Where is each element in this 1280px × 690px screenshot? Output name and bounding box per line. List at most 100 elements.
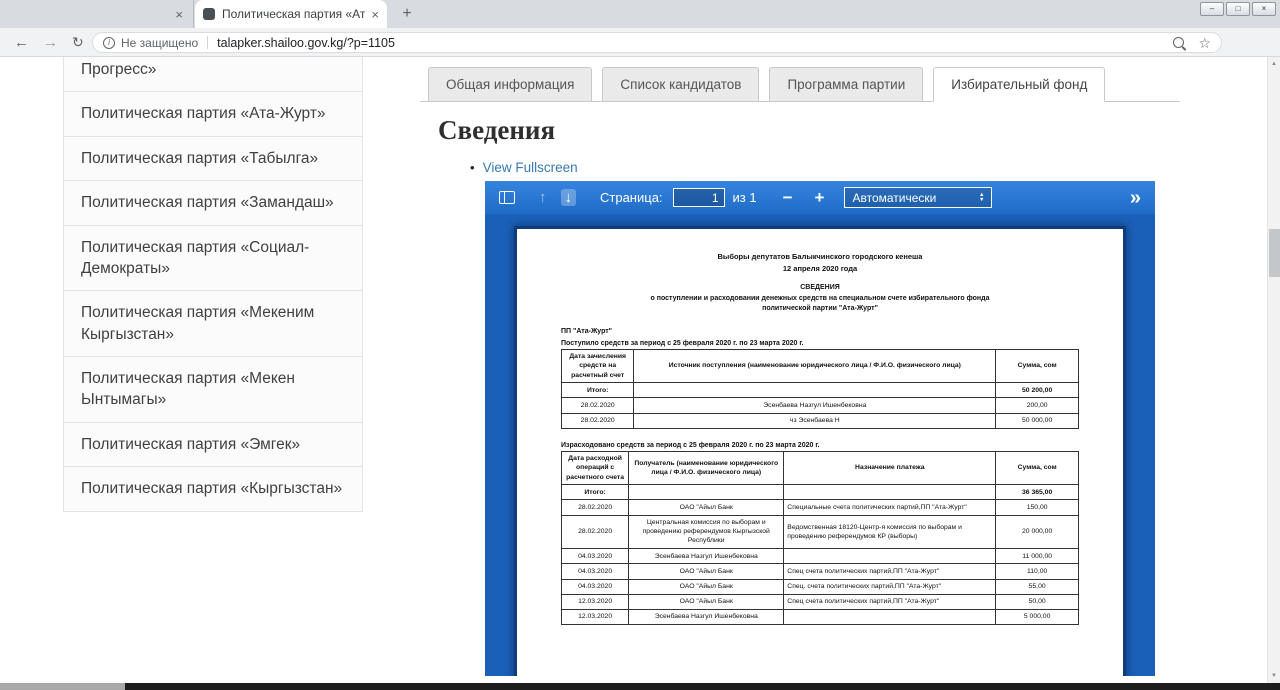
address-separator <box>207 36 208 49</box>
table-header-cell: Дата зачисления средств на расчетный сче… <box>562 349 634 383</box>
sidebar-item-party[interactable]: Прогресс» <box>64 57 362 92</box>
table-cell: 28.02.2020 <box>562 500 629 515</box>
doc-heading3: политической партии "Ата-Журт" <box>561 304 1079 315</box>
doc-heading1: СВЕДЕНИЯ <box>561 283 1079 294</box>
tab-title: Политическая партия «Ата-Жур <box>222 7 365 21</box>
window-controls: – □ × <box>1200 2 1276 16</box>
table-cell: 55,00 <box>996 579 1079 594</box>
taskbar-strip <box>0 683 1280 690</box>
close-tab-icon[interactable]: × <box>175 8 183 21</box>
new-tab-button[interactable]: + <box>396 4 418 24</box>
sidebar-item-party[interactable]: Политическая партия «Табылга» <box>64 137 362 181</box>
content-tab-inactive[interactable]: Программа партии <box>769 67 923 102</box>
spinner-down-icon: ▼ <box>979 198 984 203</box>
expand-viewer-icon[interactable]: » <box>1130 188 1141 208</box>
browser-window: × Политическая партия «Ата-Жур × + – □ ×… <box>0 0 1280 690</box>
zoom-mode-value: Автоматически <box>852 191 936 205</box>
table-cell: 50,00 <box>996 594 1079 609</box>
sidebar-toggle-icon[interactable] <box>499 191 515 204</box>
page-total-label: из 1 <box>733 190 757 205</box>
zoom-mode-select[interactable]: Автоматически ▲ ▼ <box>844 187 992 208</box>
table-cell: 12.03.2020 <box>562 609 629 624</box>
pdf-toolbar: ↑ ↓ Страница: из 1 − + Автоматически ▲ ▼ <box>485 181 1155 214</box>
scrollbar-thumb[interactable] <box>1269 229 1280 277</box>
scroll-up-icon[interactable]: ▲ <box>1268 57 1280 71</box>
table-cell: 04.03.2020 <box>562 564 629 579</box>
table-cell: чз Эсенбаева Н <box>634 413 996 428</box>
browser-tab-active[interactable]: Политическая партия «Ата-Жур × <box>195 0 387 28</box>
table-row: 04.03.2020Эсенбаева Назгул Ишенбековна11… <box>562 549 1079 564</box>
content-tab-inactive[interactable]: Общая информация <box>428 67 592 102</box>
view-fullscreen-link[interactable]: View Fullscreen <box>483 160 578 175</box>
url-text[interactable]: talapker.shailoo.gov.kg/?p=1105 <box>217 36 1173 50</box>
forward-icon[interactable]: → <box>43 35 58 50</box>
scroll-down-icon[interactable]: ▼ <box>1268 669 1280 683</box>
table-cell: 28.02.2020 <box>562 413 634 428</box>
select-spinner-icon: ▲ ▼ <box>979 193 984 202</box>
doc-heading2: о поступлении и расходовании денежных ср… <box>561 294 1079 305</box>
table-cell <box>784 485 996 500</box>
content-tab-inactive[interactable]: Список кандидатов <box>602 67 759 102</box>
doc-party-label: ПП "Ата-Журт" <box>561 328 1079 335</box>
maximize-button[interactable]: □ <box>1226 2 1250 16</box>
zoom-out-button[interactable]: − <box>783 188 793 208</box>
sidebar-item-party[interactable]: Политическая партия «Социал-Демократы» <box>64 226 362 292</box>
table-row: 12.03.2020ОАО "Айыл БанкСпец счета полит… <box>562 594 1079 609</box>
expense-table: Дата расходной операций с расчетного сче… <box>561 451 1079 625</box>
table-total-row: Итого:50 200,00 <box>562 383 1079 398</box>
table-row: 28.02.2020Эсенбаева Назгул Ишенбековна20… <box>562 398 1079 413</box>
table-row: 28.02.2020чз Эсенбаева Н50 000,00 <box>562 413 1079 428</box>
bullet-icon: • <box>470 160 475 175</box>
doc-title-line1: Выборы депутатов Балыкчинского городског… <box>561 251 1079 263</box>
table-cell <box>784 549 996 564</box>
page-content: Прогресс»Политическая партия «Ата-Журт»П… <box>0 57 1280 683</box>
zoom-icon[interactable] <box>1173 37 1184 48</box>
zoom-in-button[interactable]: + <box>815 188 825 208</box>
table-cell: 04.03.2020 <box>562 579 629 594</box>
table-cell: Ведомственная 18120-Центр-я комиссия по … <box>784 515 996 549</box>
reload-icon[interactable]: ↻ <box>72 35 84 49</box>
browser-tab-inactive[interactable]: × <box>2 0 194 28</box>
table-row: 28.02.2020Центральная комиссия по выбора… <box>562 515 1079 549</box>
close-window-button[interactable]: × <box>1252 2 1276 16</box>
pdf-viewer: ↑ ↓ Страница: из 1 − + Автоматически ▲ ▼ <box>485 181 1155 676</box>
address-bar[interactable]: i Не защищено talapker.shailoo.gov.kg/?p… <box>92 32 1222 53</box>
page-title: Сведения <box>438 115 1180 146</box>
info-icon[interactable]: i <box>103 37 115 49</box>
back-icon[interactable]: ← <box>14 35 29 50</box>
security-label[interactable]: Не защищено <box>121 36 198 50</box>
doc-title-line2: 12 апреля 2020 года <box>561 263 1079 275</box>
page-scrollbar[interactable]: ▲ ▼ <box>1267 57 1280 683</box>
close-tab-icon[interactable]: × <box>371 8 379 21</box>
sidebar-item-party[interactable]: Политическая партия «Эмгек» <box>64 423 362 467</box>
minimize-button[interactable]: – <box>1200 2 1224 16</box>
sidebar-item-party[interactable]: Политическая партия «Замандаш» <box>64 181 362 225</box>
sidebar-item-party[interactable]: Политическая партия «Мекен Ынтымагы» <box>64 357 362 423</box>
table-cell: Центральная комиссия по выборам и провед… <box>629 515 784 549</box>
table-cell: 28.02.2020 <box>562 515 629 549</box>
sidebar-item-party[interactable]: Политическая партия «Ата-Журт» <box>64 92 362 136</box>
table-row: 04.03.2020ОАО "Айыл БанкСпец счета полит… <box>562 564 1079 579</box>
previous-page-icon[interactable]: ↑ <box>539 189 547 206</box>
page-number-input[interactable] <box>673 188 725 207</box>
table-cell: ОАО "Айыл Банк <box>629 564 784 579</box>
bookmark-star-icon[interactable]: ☆ <box>1198 36 1211 50</box>
table-cell: Эсенбаева Назгул Ишенбековна <box>629 609 784 624</box>
sidebar-item-party[interactable]: Политическая партия «Мекеним Кыргызстан» <box>64 291 362 357</box>
table-cell: Специальные счета политических партий,ПП… <box>784 500 996 515</box>
main-content: Общая информация Список кандидатов Програм… <box>420 57 1180 683</box>
next-page-icon[interactable]: ↓ <box>561 189 577 206</box>
table-header-row: Дата зачисления средств на расчетный сче… <box>562 349 1079 383</box>
sidebar-item-party[interactable]: Политическая партия «Кыргызстан» <box>64 467 362 511</box>
table-cell <box>634 383 996 398</box>
table-header-row: Дата расходной операций с расчетного сче… <box>562 451 1079 485</box>
table-cell: 36 365,00 <box>996 485 1079 500</box>
table-cell: Спец счета политических партий,ПП "Ата-Ж… <box>784 564 996 579</box>
content-tab-active[interactable]: Избирательный фонд <box>933 67 1105 102</box>
content-tabs: Общая информация Список кандидатов Програм… <box>420 67 1180 102</box>
browser-titlebar: × Политическая партия «Ата-Жур × + – □ × <box>0 0 1280 28</box>
table-header-cell: Получатель (наименование юридического ли… <box>629 451 784 485</box>
table-cell: Эсенбаева Назгул Ишенбековна <box>634 398 996 413</box>
party-list: Прогресс»Политическая партия «Ата-Журт»П… <box>63 57 363 512</box>
table-cell: 5 000,00 <box>996 609 1079 624</box>
